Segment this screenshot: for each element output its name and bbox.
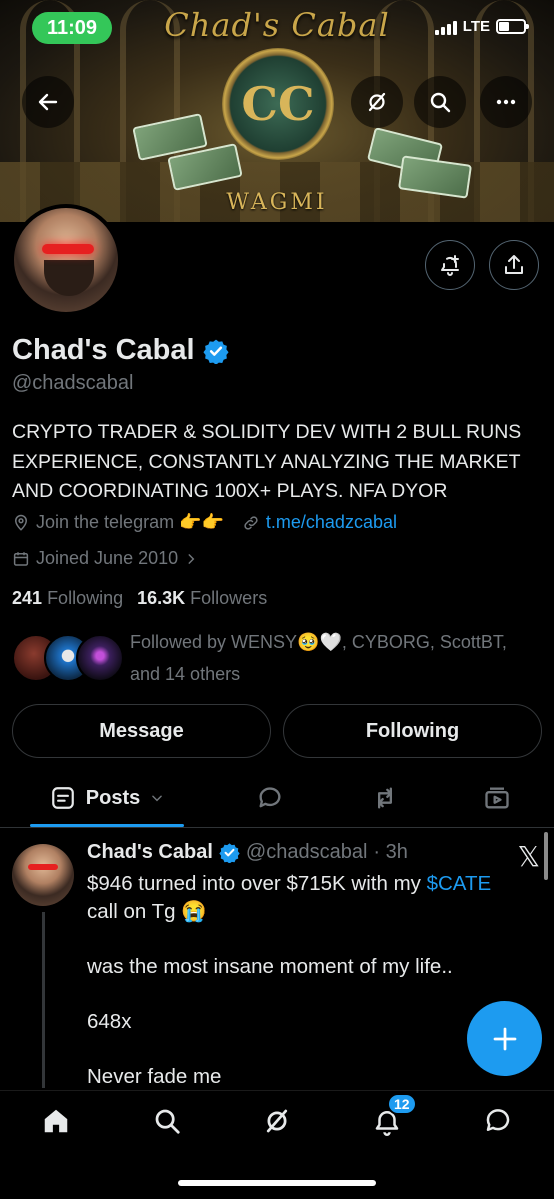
search-icon [430,92,451,113]
followed-by-row[interactable]: Followed by WENSY🥹🤍, CYBORG, ScottBT, an… [12,626,546,692]
tab-active-indicator [30,824,184,827]
reply-icon [259,787,281,808]
chevron-down-icon [152,795,163,802]
website-link[interactable]: t.me/chadzcabal [266,512,397,533]
avatar-beard [44,260,94,296]
plus-icon [493,1027,516,1050]
post-line4: Never fade me [87,1065,222,1088]
back-button[interactable] [22,76,74,128]
repost-icon [378,787,392,809]
status-bar: 11:09 LTE [0,12,554,44]
nav-notifications[interactable]: 12 [357,1093,417,1141]
notify-subscribe-button[interactable] [425,240,475,290]
following-count: 241 [12,588,43,608]
chevron-right-icon [188,553,195,564]
media-icon [485,787,509,809]
avatar-laser-eyes [28,864,58,870]
cashtag-link[interactable]: $CATE [427,872,492,895]
post-line1-suffix: call on Tg 😭 [87,900,207,923]
profile-name-row: Chad's Cabal [12,334,229,367]
messages-icon [486,1109,510,1131]
arrow-left-icon [38,93,58,111]
profile-tabs: Posts [0,770,554,828]
post-author-name[interactable]: Chad's Cabal [87,841,213,864]
nav-search[interactable] [137,1101,197,1141]
following-count-link[interactable]: 241 Following [12,588,123,609]
avatar-laser-eyes [42,244,94,254]
followers-label: Followers [190,588,268,608]
scrollbar[interactable] [544,832,548,880]
grok-icon [368,92,386,112]
status-time: 11:09 [32,12,112,44]
message-button[interactable]: Message [12,704,271,758]
profile-bio: CRYPTO TRADER & SOLIDITY DEV WITH 2 BULL… [12,421,522,502]
nav-grok[interactable] [247,1101,307,1141]
home-indicator[interactable] [178,1180,376,1186]
grok-icon [266,1109,288,1133]
post-line1-prefix: $946 turned into over $715K with my [87,872,427,895]
joined-text: Joined June 2010 [36,548,179,568]
tab-replies[interactable] [240,770,300,826]
followed-by-text: Followed by WENSY🥹🤍, CYBORG, ScottBT, an… [130,626,540,690]
more-button[interactable] [480,76,532,128]
bell-plus-icon [441,255,459,276]
verified-badge-icon[interactable] [202,338,229,364]
post-text[interactable]: $946 turned into over $715K with my $CAT… [87,870,527,1118]
post-line3: 648x [87,1010,132,1033]
location-pin-icon [14,514,28,531]
notifications-badge: 12 [387,1093,417,1115]
post-avatar[interactable] [12,844,74,906]
profile-handle: @chadscabal [12,372,134,394]
battery-icon [496,19,529,34]
post-author-handle: @chadscabal [245,841,368,863]
following-label: Following [47,588,124,608]
network-type: LTE [462,18,490,35]
nav-home[interactable] [26,1101,86,1141]
post-header: Chad's Cabal @chadscabal · 3h [87,841,408,864]
profile-location: Join the telegram 👉👉 [12,512,224,533]
profile-joined[interactable]: Joined June 2010 [12,548,198,569]
thread-line [42,912,45,1088]
more-icon [496,99,516,105]
follow-counts: 241 Following 16.3K Followers [12,588,267,609]
post-paragraph: $946 turned into over $715K with my $CAT… [87,870,527,926]
followers-count: 16.3K [137,588,186,608]
tab-posts[interactable]: Posts [30,770,184,826]
followers-count-link[interactable]: 16.3K Followers [137,588,267,609]
status-indicators: LTE [434,18,529,35]
nav-messages[interactable] [468,1101,528,1141]
followed-by-avatars [12,634,124,682]
compose-post-button[interactable] [467,1001,542,1076]
follower-avatar [76,634,124,682]
followed-by-line1: Followed by WENSY🥹🤍, CYBORG, ScottBT, [130,632,507,652]
x-logo-icon: 𝕏 [517,840,540,873]
tab-reposts[interactable] [355,770,415,826]
profile-website[interactable]: t.me/chadzcabal [242,512,397,533]
posts-icon [51,787,74,809]
home-icon [44,1109,68,1133]
signal-icon [434,19,457,35]
banner-seal-text: CC [241,77,315,131]
grok-button[interactable] [351,76,403,128]
profile-meta-row: Join the telegram 👉👉 t.me/chadzcabal [12,512,397,533]
share-profile-button[interactable] [489,240,539,290]
following-button[interactable]: Following [283,704,542,758]
search-icon [155,1109,180,1134]
verified-badge-icon [219,843,240,863]
post-time: · 3h [373,841,408,863]
followed-by-line2: and 14 others [130,664,241,684]
search-button[interactable] [414,76,466,128]
tab-media[interactable] [467,770,527,826]
banner-seal: CC [222,48,334,160]
link-icon [244,515,258,530]
share-icon [505,255,523,274]
location-text: Join the telegram 👉👉 [36,512,224,532]
profile-name: Chad's Cabal [12,334,195,366]
calendar-icon [13,551,29,566]
post-line2: was the most insane moment of my life.. [87,955,453,978]
profile-avatar[interactable] [10,204,122,316]
tab-posts-label: Posts [85,786,141,809]
